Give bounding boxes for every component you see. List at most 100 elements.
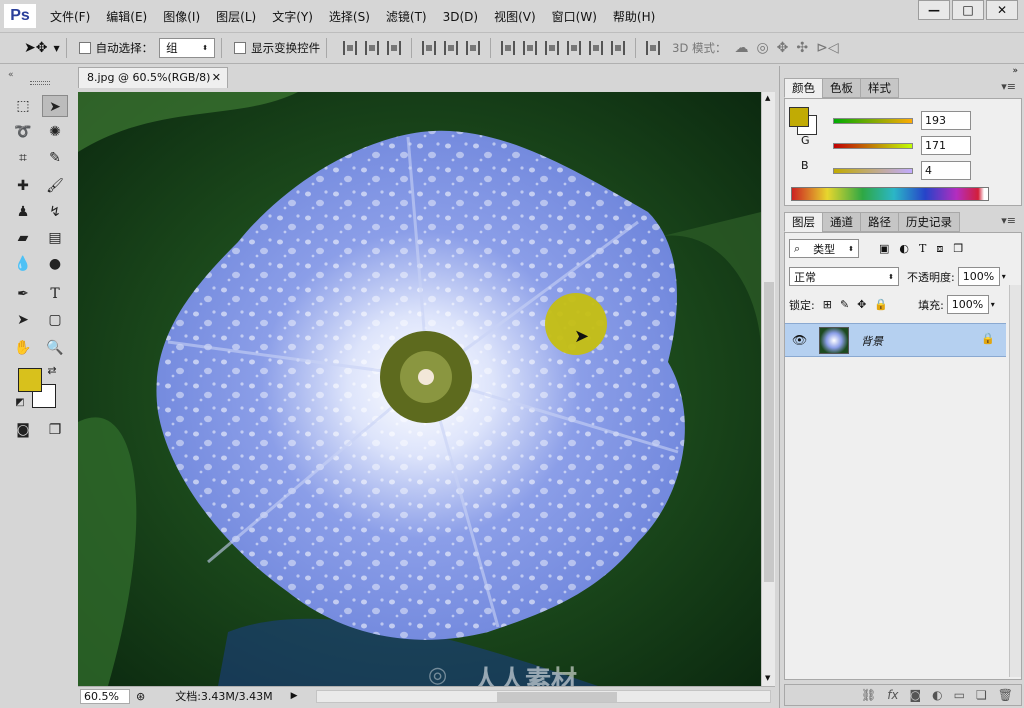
layer-name[interactable]: 背景 bbox=[861, 333, 883, 349]
tab-paths[interactable]: 路径 bbox=[860, 212, 899, 232]
default-colors-icon[interactable]: ◩ bbox=[12, 395, 28, 411]
toolbox-grip[interactable] bbox=[30, 81, 50, 85]
menu-help[interactable]: 帮助(H) bbox=[605, 8, 663, 25]
menu-layer[interactable]: 图层(L) bbox=[208, 8, 264, 25]
menu-image[interactable]: 图像(I) bbox=[155, 8, 208, 25]
menu-filter[interactable]: 滤镜(T) bbox=[378, 8, 435, 25]
app-logo[interactable]: Ps bbox=[4, 4, 36, 28]
zoom-tool-icon[interactable]: 🔍 bbox=[42, 337, 68, 359]
trash-icon[interactable]: 🗑 bbox=[998, 688, 1013, 702]
fx-icon[interactable]: fx bbox=[887, 688, 898, 702]
lock-position-icon[interactable]: ✥ bbox=[857, 298, 866, 311]
screen-mode-icon[interactable]: ❐ bbox=[42, 419, 68, 441]
info-icon[interactable]: ⊛ bbox=[136, 690, 145, 703]
horizontal-scrollbar[interactable] bbox=[315, 689, 771, 703]
3d-slide-icon[interactable]: ✣ bbox=[796, 40, 808, 56]
lasso-tool-icon[interactable]: ➰ bbox=[10, 121, 36, 143]
r-slider[interactable] bbox=[833, 117, 913, 124]
show-transform-checkbox[interactable] bbox=[234, 42, 247, 54]
layer-filter-dropdown[interactable]: ⌕ 类型 ⬍ bbox=[789, 239, 859, 258]
lock-transparent-icon[interactable]: ⊞ bbox=[823, 298, 832, 311]
close-icon[interactable]: ✕ bbox=[212, 68, 221, 88]
tab-history[interactable]: 历史记录 bbox=[898, 212, 960, 232]
tab-layers[interactable]: 图层 bbox=[784, 212, 823, 232]
gradient-tool-icon[interactable]: ▤ bbox=[42, 227, 68, 249]
scroll-down-arrow-icon[interactable]: ▼ bbox=[765, 674, 770, 682]
scroll-up-arrow-icon[interactable]: ▲ bbox=[765, 94, 770, 102]
auto-select-option[interactable]: 自动选择： bbox=[78, 40, 153, 56]
toolbox-header[interactable]: « bbox=[8, 70, 74, 80]
type-tool-icon[interactable]: T bbox=[42, 283, 68, 305]
show-transform-option[interactable]: 显示变换控件 bbox=[234, 40, 320, 56]
crop-tool-icon[interactable]: ⌗ bbox=[10, 147, 36, 169]
panel-menu-icon[interactable]: ▾≡ bbox=[1001, 214, 1016, 227]
fill-field[interactable]: 100% bbox=[946, 295, 989, 314]
b-value[interactable]: 4 bbox=[921, 161, 971, 180]
move-tool-preset[interactable]: ➤✥ ▼ bbox=[24, 40, 60, 56]
adjustment-icon[interactable]: ◐ bbox=[932, 688, 942, 702]
align-vcenter-icon[interactable] bbox=[365, 41, 380, 55]
align-top-icon[interactable] bbox=[343, 41, 358, 55]
tab-styles[interactable]: 样式 bbox=[860, 78, 899, 98]
distribute-right-icon[interactable] bbox=[611, 41, 626, 55]
zoom-field[interactable]: 60.5% bbox=[80, 688, 130, 704]
eraser-tool-icon[interactable]: ▰ bbox=[10, 227, 36, 249]
tab-channels[interactable]: 通道 bbox=[822, 212, 861, 232]
brush-tool-icon[interactable]: 🖌 bbox=[42, 175, 68, 197]
quick-mask-icon[interactable]: ◙ bbox=[10, 419, 36, 441]
filter-pixel-icon[interactable]: ▣ bbox=[879, 242, 889, 255]
panel-menu-icon[interactable]: ▾≡ bbox=[1001, 80, 1016, 93]
g-slider[interactable] bbox=[833, 142, 913, 149]
align-right-icon[interactable] bbox=[466, 41, 481, 55]
auto-select-checkbox[interactable] bbox=[78, 42, 91, 54]
mask-icon[interactable]: ◙ bbox=[910, 688, 922, 702]
distribute-vcenter-icon[interactable] bbox=[523, 41, 538, 55]
blur-tool-icon[interactable]: 💧 bbox=[10, 253, 36, 275]
vertical-scroll-thumb[interactable] bbox=[764, 282, 774, 582]
eyedropper-tool-icon[interactable]: ✎ bbox=[42, 147, 68, 169]
r-value[interactable]: 193 bbox=[921, 111, 971, 130]
magic-wand-tool-icon[interactable]: ✺ bbox=[42, 121, 68, 143]
b-slider[interactable] bbox=[833, 167, 913, 174]
color-spectrum[interactable] bbox=[791, 187, 989, 201]
menu-window[interactable]: 窗口(W) bbox=[544, 8, 605, 25]
shape-tool-icon[interactable]: ▢ bbox=[42, 309, 68, 331]
distribute-bottom-icon[interactable] bbox=[545, 41, 560, 55]
link-icon[interactable]: ⛓ bbox=[861, 688, 876, 702]
document-tab[interactable]: 8.jpg @ 60.5%(RGB/8) ✕ bbox=[78, 67, 228, 88]
vertical-scrollbar[interactable]: ▲ ▼ bbox=[761, 92, 775, 686]
distribute-left-icon[interactable] bbox=[567, 41, 582, 55]
tab-swatches[interactable]: 色板 bbox=[822, 78, 861, 98]
fg-swatch[interactable] bbox=[789, 107, 809, 127]
panel-collapse-icon[interactable]: » bbox=[1012, 66, 1018, 76]
close-button[interactable]: ✕ bbox=[986, 0, 1018, 20]
3d-pan-icon[interactable]: ✥ bbox=[777, 40, 789, 56]
filter-shape-icon[interactable]: ⧈ bbox=[936, 242, 943, 256]
tab-color[interactable]: 颜色 bbox=[784, 78, 823, 98]
blend-mode-dropdown[interactable]: 正常 ⬍ bbox=[789, 267, 899, 286]
auto-align-icon[interactable] bbox=[646, 41, 661, 55]
filter-type-icon[interactable]: T bbox=[919, 242, 926, 255]
clone-stamp-tool-icon[interactable]: ♟ bbox=[10, 201, 36, 223]
foreground-color-swatch[interactable] bbox=[18, 368, 42, 392]
move-tool-icon[interactable]: ➤ bbox=[42, 95, 68, 117]
status-menu-arrow-icon[interactable]: ▶ bbox=[291, 691, 298, 701]
path-selection-tool-icon[interactable]: ➤ bbox=[10, 309, 36, 331]
3d-roll-icon[interactable]: ◎ bbox=[756, 40, 768, 56]
healing-brush-tool-icon[interactable]: ✚ bbox=[10, 175, 36, 197]
filter-smart-icon[interactable]: ❒ bbox=[953, 242, 963, 255]
group-icon[interactable]: ▭ bbox=[954, 688, 965, 702]
menu-view[interactable]: 视图(V) bbox=[486, 8, 544, 25]
distribute-hcenter-icon[interactable] bbox=[589, 41, 604, 55]
menu-3d[interactable]: 3D(D) bbox=[435, 10, 486, 24]
pen-tool-icon[interactable]: ✒ bbox=[10, 283, 36, 305]
opacity-field[interactable]: 100% bbox=[957, 267, 1000, 286]
distribute-top-icon[interactable] bbox=[501, 41, 516, 55]
lock-all-icon[interactable]: 🔒 bbox=[874, 298, 888, 311]
3d-rotate-icon[interactable]: ☁ bbox=[734, 40, 748, 56]
horizontal-scroll-thumb[interactable] bbox=[496, 691, 617, 702]
menu-type[interactable]: 文字(Y) bbox=[264, 8, 321, 25]
filter-adjustment-icon[interactable]: ◐ bbox=[899, 242, 909, 255]
layer-row[interactable]: 👁 背景 🔒 bbox=[785, 323, 1006, 357]
eye-icon[interactable]: 👁 bbox=[792, 333, 807, 347]
